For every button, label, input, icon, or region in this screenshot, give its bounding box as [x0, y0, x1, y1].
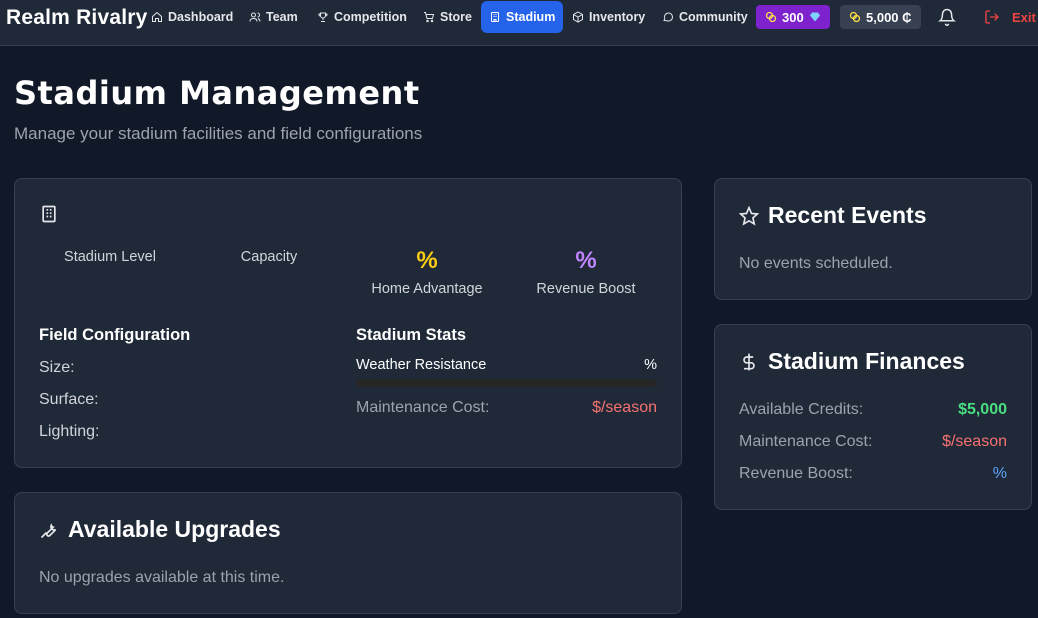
exit-label: Exit — [1012, 9, 1036, 25]
stadium-level-label: Stadium Level — [64, 249, 156, 265]
home-advantage-value: % — [416, 247, 438, 274]
gem-icon — [809, 12, 820, 22]
logout-icon — [985, 10, 999, 24]
finance-maintenance-label: Maintenance Cost: — [739, 433, 873, 450]
page-subtitle: Manage your stadium facilities and field… — [14, 124, 423, 143]
field-size-label: Size: — [39, 359, 75, 376]
nav-dashboard-label: Dashboard — [168, 10, 234, 24]
nav-store[interactable]: Store — [415, 1, 480, 33]
finance-revenue-boost-label: Revenue Boost: — [739, 465, 853, 482]
stadium-finances-card: Stadium Finances Available Credits: $5,0… — [714, 324, 1032, 510]
users-icon — [249, 12, 261, 22]
top-navbar: Realm Rivalry Dashboard Team Competition… — [0, 0, 1038, 46]
nav-competition-label: Competition — [334, 10, 407, 24]
weather-resistance-label: Weather Resistance — [356, 357, 487, 373]
field-surface-label: Surface: — [39, 391, 99, 408]
building-icon — [42, 205, 56, 223]
capacity-label: Capacity — [240, 249, 298, 265]
weather-resistance-bar — [356, 379, 657, 387]
recent-events-title: Recent Events — [768, 202, 927, 228]
weather-resistance-value: % — [644, 357, 657, 373]
credits-balance[interactable]: 5,000 ₵ — [840, 5, 921, 29]
app-brand[interactable]: Realm Rivalry — [6, 6, 148, 30]
gems-value: 300 — [782, 9, 804, 25]
revenue-boost-label: Revenue Boost — [536, 281, 636, 297]
field-lighting-label: Lighting: — [39, 423, 100, 440]
stadium-overview-card: Stadium Level Capacity % Home Advantage … — [14, 178, 682, 468]
nav-dashboard[interactable]: Dashboard — [143, 1, 241, 33]
home-advantage-label: Home Advantage — [371, 281, 483, 297]
finance-revenue-boost-value: % — [992, 465, 1007, 482]
available-upgrades-header: Available Upgrades — [39, 516, 281, 543]
events-empty-message: No events scheduled. — [739, 255, 893, 272]
upgrades-empty-message: No upgrades available at this time. — [39, 569, 285, 586]
maintenance-cost-value: $/season — [592, 399, 657, 416]
bell-icon — [937, 8, 957, 26]
field-configuration-title: Field Configuration — [39, 326, 191, 344]
dollar-icon — [743, 353, 755, 370]
wrench-icon — [40, 522, 57, 538]
available-upgrades-card: Available Upgrades No upgrades available… — [14, 492, 682, 614]
gems-balance[interactable]: 300 — [756, 5, 830, 29]
home-icon — [152, 11, 162, 22]
star-icon — [739, 205, 759, 226]
available-upgrades-title: Available Upgrades — [68, 516, 281, 542]
nav-stadium[interactable]: Stadium — [481, 1, 564, 33]
exit-button[interactable]: Exit — [984, 8, 1036, 26]
nav-community-label: Community — [679, 10, 748, 24]
coins-icon — [849, 11, 861, 23]
cart-icon — [424, 12, 435, 23]
building-icon — [491, 12, 499, 22]
credits-value: 5,000 ₵ — [866, 9, 912, 25]
stadium-finances-title: Stadium Finances — [768, 348, 965, 374]
revenue-boost-value: % — [575, 247, 597, 274]
nav-community[interactable]: Community — [654, 1, 756, 33]
nav-store-label: Store — [440, 10, 472, 24]
nav-stadium-label: Stadium — [506, 10, 556, 24]
maintenance-cost-label: Maintenance Cost: — [356, 399, 490, 416]
finance-maintenance-value: $/season — [942, 433, 1007, 450]
nav-competition[interactable]: Competition — [309, 1, 415, 33]
nav-team[interactable]: Team — [241, 1, 306, 33]
recent-events-header: Recent Events — [739, 202, 927, 229]
nav-inventory[interactable]: Inventory — [564, 1, 653, 33]
chat-icon — [663, 12, 673, 22]
nav-team-label: Team — [266, 10, 298, 24]
recent-events-card: Recent Events No events scheduled. — [714, 178, 1032, 300]
coins-icon — [765, 11, 777, 23]
box-icon — [573, 11, 583, 23]
notifications-button[interactable] — [937, 8, 957, 26]
nav-inventory-label: Inventory — [589, 10, 646, 24]
stadium-finances-header: Stadium Finances — [739, 348, 965, 375]
stadium-stats-title: Stadium Stats — [356, 326, 467, 344]
page-title: Stadium Management — [14, 74, 420, 112]
available-credits-value: $5,000 — [958, 401, 1007, 418]
available-credits-label: Available Credits: — [739, 401, 864, 418]
trophy-icon — [318, 12, 328, 22]
